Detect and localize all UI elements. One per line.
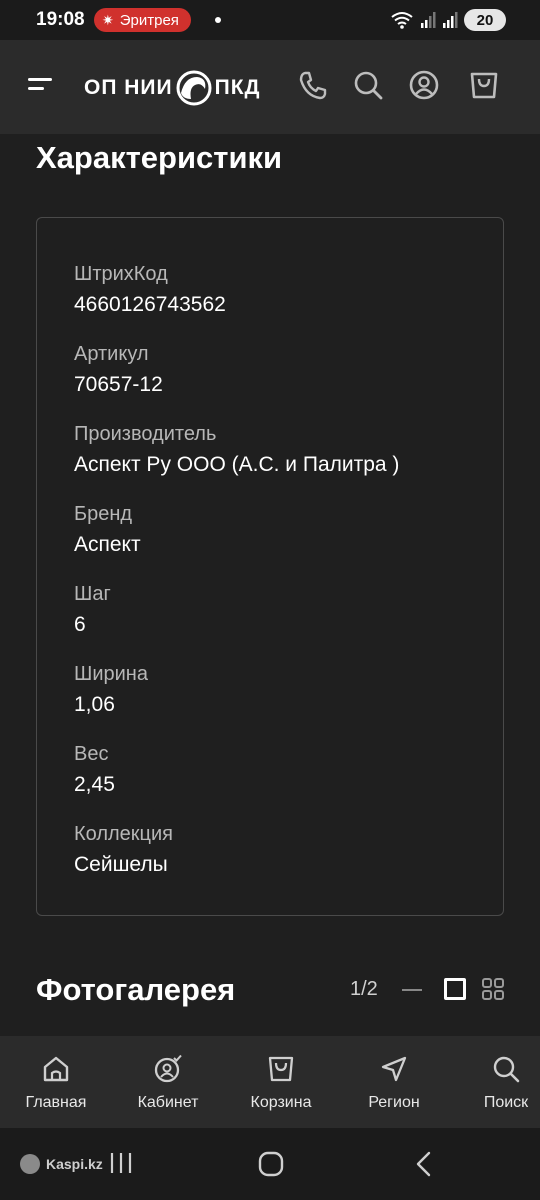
burst-icon: ✷: [102, 11, 114, 28]
notification-dot-icon: [215, 17, 221, 23]
phone-icon[interactable]: [296, 68, 330, 102]
spec-value: 4660126743562: [74, 293, 226, 316]
spec-value: 2,45: [74, 773, 115, 796]
spec-value: 70657-12: [74, 373, 163, 396]
spec-label: Коллекция: [74, 823, 174, 845]
spec-item: Производитель Аспект Ру ООО (А.С. и Пали…: [74, 421, 399, 479]
nav-label: Главная: [25, 1094, 87, 1111]
menu-button[interactable]: [28, 74, 56, 96]
grid-view-icon[interactable]: [482, 978, 504, 1000]
bottom-nav: Главная Кабинет Корзина Регион Поиск: [0, 1036, 540, 1128]
battery-level: 20: [476, 11, 494, 29]
back-icon[interactable]: [412, 1150, 436, 1178]
single-view-icon[interactable]: [444, 978, 466, 1000]
status-bar: 19:08 ✷ Эритрея 20: [0, 0, 540, 40]
nav-label: Кабинет: [137, 1094, 199, 1111]
gallery-divider: [402, 989, 422, 991]
spec-item: ШтрихКод 4660126743562: [74, 261, 226, 319]
home-button-icon[interactable]: [257, 1150, 285, 1178]
spec-label: Бренд: [74, 503, 133, 525]
status-time: 19:08: [36, 9, 85, 30]
battery-indicator: 20: [464, 9, 506, 31]
recent-apps-icon[interactable]: [108, 1150, 134, 1176]
kaspi-logo-icon: [20, 1154, 40, 1174]
spec-label: Производитель: [74, 423, 217, 445]
home-icon: [43, 1056, 69, 1082]
spec-value: Аспект: [74, 533, 141, 556]
nav-item-region[interactable]: Регион: [344, 1036, 444, 1128]
logo-text-right: ПКД: [214, 76, 261, 99]
bag-icon: [268, 1056, 294, 1082]
nav-item-search[interactable]: Поиск: [456, 1036, 540, 1128]
spec-value: 1,06: [74, 693, 115, 716]
wifi-icon: [391, 12, 413, 29]
user-check-icon: [154, 1054, 182, 1083]
logo-wave-icon: [176, 70, 212, 106]
nav-label: Регион: [368, 1094, 420, 1111]
spec-label: Шаг: [74, 583, 111, 605]
notification-pill[interactable]: ✷ Эритрея: [94, 8, 191, 32]
characteristics-card: ШтрихКод 4660126743562 Артикул 70657-12 …: [36, 217, 504, 916]
nav-item-home[interactable]: Главная: [6, 1036, 106, 1128]
search-icon[interactable]: [351, 68, 385, 102]
spec-item: Ширина 1,06: [74, 661, 148, 719]
site-header: ОП НИИ ПКД: [0, 40, 540, 134]
spec-item: Бренд Аспект: [74, 501, 141, 559]
gallery-title: Фотогалерея: [36, 972, 236, 1007]
spec-label: Вес: [74, 743, 109, 765]
nav-item-cabinet[interactable]: Кабинет: [118, 1036, 218, 1128]
spec-item: Артикул 70657-12: [74, 341, 163, 399]
watermark: Kaspi.kz: [20, 1154, 103, 1174]
menu-line-icon: [28, 87, 44, 90]
location-arrow-icon: [381, 1056, 407, 1082]
system-nav-bar: Kaspi.kz: [0, 1128, 540, 1200]
nav-item-cart[interactable]: Корзина: [231, 1036, 331, 1128]
signal-icon-2: [443, 12, 458, 28]
gallery-counter: 1/2: [350, 978, 378, 1000]
menu-line-icon: [28, 78, 52, 81]
cart-icon[interactable]: [467, 68, 501, 102]
notification-text: Эритрея: [119, 11, 179, 29]
spec-value: Аспект Ру ООО (А.С. и Палитра ): [74, 453, 400, 476]
logo[interactable]: ОП НИИ ПКД: [84, 68, 261, 108]
nav-label: Поиск: [483, 1094, 529, 1111]
logo-text-left: ОП НИИ: [84, 76, 173, 99]
nav-label: Корзина: [250, 1094, 312, 1111]
status-icons: 20: [390, 9, 506, 31]
spec-value: Сейшелы: [74, 853, 168, 876]
spec-label: Ширина: [74, 663, 148, 685]
spec-item: Шаг 6: [74, 581, 111, 639]
spec-value: 6: [74, 613, 86, 636]
watermark-text: Kaspi.kz: [46, 1156, 103, 1172]
signal-icon-1: [421, 12, 436, 28]
spec-item: Вес 2,45: [74, 741, 115, 799]
characteristics-title: Характеристики: [36, 140, 283, 175]
search-icon: [493, 1056, 520, 1083]
spec-item: Коллекция Сейшелы: [74, 821, 173, 879]
spec-label: Артикул: [74, 343, 149, 365]
spec-label: ШтрихКод: [74, 263, 168, 285]
account-icon[interactable]: [407, 68, 441, 102]
